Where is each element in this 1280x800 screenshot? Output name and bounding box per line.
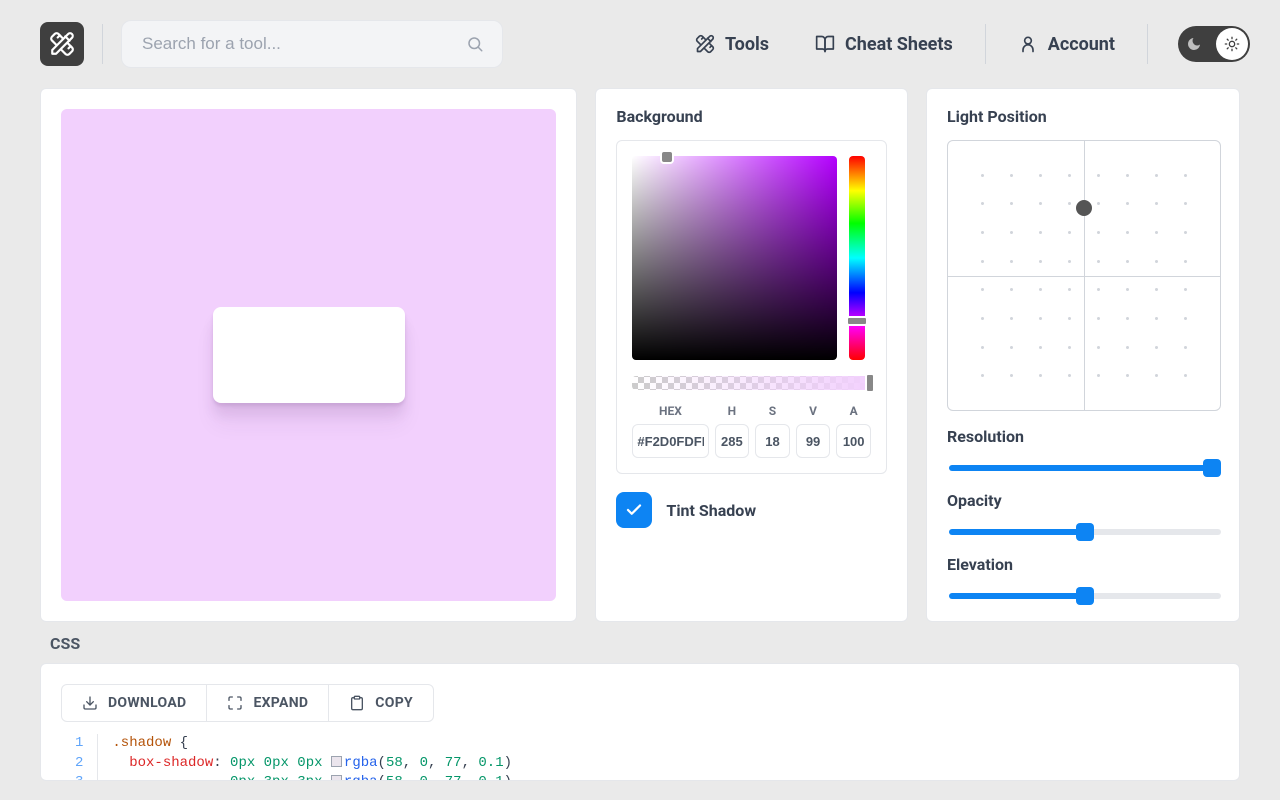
sun-icon	[1224, 36, 1240, 52]
tint-shadow-checkbox[interactable]	[616, 492, 652, 528]
separator	[985, 24, 986, 64]
css-section-title: CSS	[50, 634, 1240, 653]
ruler-pencil-icon	[49, 31, 75, 57]
check-icon	[625, 501, 643, 519]
nav-label: Cheat Sheets	[845, 34, 953, 55]
elevation-label: Elevation	[947, 555, 1219, 574]
nav-label: Tools	[725, 34, 769, 55]
resolution-slider[interactable]	[949, 465, 1221, 471]
download-button[interactable]: DOWNLOAD	[62, 685, 207, 721]
h-label: H	[728, 404, 736, 418]
search-field[interactable]	[121, 20, 503, 68]
line-gutter: 123	[61, 734, 98, 781]
code-output-panel: DOWNLOAD EXPAND COPY 123 .shadow { box-s…	[40, 663, 1240, 781]
expand-button[interactable]: EXPAND	[207, 685, 329, 721]
nav-cheat-sheets[interactable]: Cheat Sheets	[801, 34, 967, 55]
separator	[1147, 24, 1148, 64]
search-icon	[466, 35, 484, 53]
a-label: A	[850, 404, 858, 418]
elevation-slider[interactable]	[949, 593, 1221, 599]
alpha-slider[interactable]	[632, 376, 871, 390]
opacity-slider[interactable]	[949, 529, 1221, 535]
ruler-pencil-icon	[695, 34, 715, 54]
a-input[interactable]	[836, 424, 871, 458]
sv-cursor[interactable]	[660, 150, 674, 164]
v-label: V	[809, 404, 817, 418]
resolution-label: Resolution	[947, 427, 1219, 446]
light-position-grid[interactable]	[947, 140, 1221, 411]
download-icon	[82, 695, 98, 711]
moon-icon	[1186, 36, 1202, 52]
button-label: COPY	[375, 695, 413, 711]
book-icon	[815, 34, 835, 54]
nav-account[interactable]: Account	[1004, 34, 1129, 55]
code-toolbar: DOWNLOAD EXPAND COPY	[61, 684, 434, 722]
toggle-knob	[1216, 28, 1248, 60]
app-logo[interactable]	[40, 22, 84, 66]
nav-tools[interactable]: Tools	[681, 34, 783, 55]
hex-input[interactable]	[632, 424, 708, 458]
button-label: DOWNLOAD	[108, 695, 186, 711]
copy-button[interactable]: COPY	[329, 685, 433, 721]
panel-title: Light Position	[947, 107, 1219, 126]
sv-panel[interactable]	[632, 156, 837, 360]
light-handle[interactable]	[1076, 200, 1092, 216]
code-block[interactable]: 123 .shadow { box-shadow: 0px 0px 0px rg…	[61, 734, 1219, 781]
preview-element	[213, 307, 405, 403]
separator	[102, 24, 103, 64]
hue-thumb[interactable]	[846, 316, 868, 326]
preview-canvas	[61, 109, 556, 601]
opacity-label: Opacity	[947, 491, 1219, 510]
tint-shadow-label: Tint Shadow	[666, 501, 756, 520]
h-input[interactable]	[715, 424, 750, 458]
background-panel: Background HEX H	[595, 88, 908, 622]
v-input[interactable]	[796, 424, 831, 458]
preview-panel	[40, 88, 577, 622]
clipboard-icon	[349, 695, 365, 711]
search-input[interactable]	[140, 33, 466, 55]
s-label: S	[769, 404, 776, 418]
s-input[interactable]	[755, 424, 790, 458]
button-label: EXPAND	[253, 695, 308, 711]
panel-title: Background	[616, 107, 887, 126]
alpha-thumb[interactable]	[865, 373, 875, 393]
user-icon	[1018, 34, 1038, 54]
light-settings-panel: Light Position Resolution Opacity Elevat…	[926, 88, 1240, 622]
color-picker: HEX H S V A	[616, 140, 887, 474]
theme-toggle[interactable]	[1178, 26, 1250, 62]
hex-label: HEX	[659, 404, 682, 418]
expand-icon	[227, 695, 243, 711]
hue-slider[interactable]	[849, 156, 865, 360]
nav-label: Account	[1048, 34, 1115, 55]
header-bar: Tools Cheat Sheets Account	[0, 0, 1280, 88]
code-content: .shadow { box-shadow: 0px 0px 0px rgba(5…	[98, 734, 526, 781]
